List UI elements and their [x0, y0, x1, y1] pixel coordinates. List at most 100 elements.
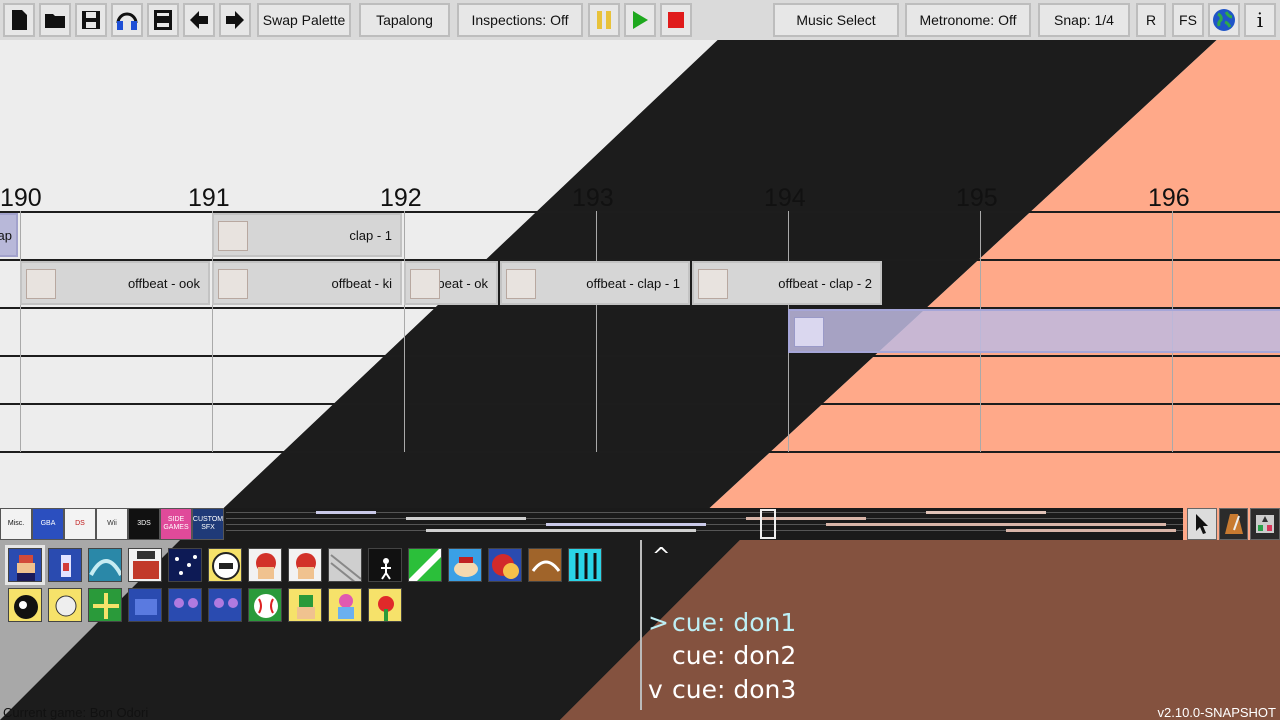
- game-icon[interactable]: [128, 548, 162, 582]
- pause-icon[interactable]: [588, 3, 620, 37]
- game-icon[interactable]: [368, 588, 402, 622]
- event-icon: [218, 269, 248, 299]
- cue-label: cue: don2: [672, 641, 797, 670]
- category-gba[interactable]: GBA: [32, 508, 64, 540]
- tempo-tool-icon[interactable]: [1250, 508, 1280, 540]
- game-icon-grid: [4, 544, 614, 624]
- scroll-down-arrow[interactable]: v: [648, 675, 672, 704]
- game-icon[interactable]: [208, 548, 242, 582]
- category-ds[interactable]: DS: [64, 508, 96, 540]
- cue-item[interactable]: cue: don2: [648, 641, 796, 670]
- event-block[interactable]: ap: [0, 213, 18, 257]
- event-label: offbeat - clap - 2: [778, 275, 872, 291]
- event-block[interactable]: offbeat - clap - 2: [692, 261, 882, 305]
- beat-number: 193: [572, 184, 614, 212]
- top-toolbar: Swap Palette Tapalong Inspections: Off M…: [0, 0, 1280, 40]
- metronome-tool-icon[interactable]: [1218, 508, 1249, 540]
- category-side-games[interactable]: SIDE GAMES: [160, 508, 192, 540]
- game-icon[interactable]: [248, 548, 282, 582]
- pointer-tool-icon[interactable]: [1187, 508, 1217, 540]
- event-block[interactable]: clap - 1: [212, 213, 402, 257]
- category-3ds[interactable]: 3DS: [128, 508, 160, 540]
- game-icon[interactable]: [128, 588, 162, 622]
- event-icon: [218, 221, 248, 251]
- game-icon[interactable]: [328, 588, 362, 622]
- beat-line: [596, 211, 597, 452]
- game-icon[interactable]: [48, 548, 82, 582]
- event-block[interactable]: offbeat - ook: [20, 261, 210, 305]
- game-icon[interactable]: [528, 548, 562, 582]
- cue-list: ^ > cue: don1 cue: don2 v cue: don3: [648, 544, 1268, 710]
- metronome-toggle[interactable]: Metronome: Off: [905, 3, 1031, 37]
- beat-line: [404, 211, 405, 452]
- headphones-icon[interactable]: [111, 3, 143, 37]
- event-icon: [698, 269, 728, 299]
- track-divider: [0, 211, 1280, 213]
- track-divider: [0, 403, 1280, 405]
- export-icon[interactable]: [147, 3, 179, 37]
- undo-arrow-icon[interactable]: [183, 3, 215, 37]
- track-divider: [0, 451, 1280, 453]
- r-button[interactable]: R: [1136, 3, 1166, 37]
- beat-line: [20, 211, 21, 452]
- game-icon[interactable]: [328, 548, 362, 582]
- status-bar: Current game: Bon Odori v2.10.0-SNAPSHOT: [0, 704, 1280, 720]
- fullscreen-button[interactable]: FS: [1172, 3, 1204, 37]
- beat-number: 190: [0, 184, 42, 212]
- game-icon[interactable]: [568, 548, 602, 582]
- minimap-viewport[interactable]: [760, 509, 776, 539]
- selected-marker: >: [648, 608, 669, 637]
- category-misc[interactable]: Misc.: [0, 508, 32, 540]
- event-icon: [506, 269, 536, 299]
- game-category-tabs: Misc. GBA DS Wii 3DS SIDE GAMES CUSTOM S…: [0, 508, 225, 540]
- cue-item-selected[interactable]: > cue: don1: [648, 608, 796, 637]
- stop-icon[interactable]: [660, 3, 692, 37]
- event-block[interactable]: offbeat - clap - 1: [500, 261, 690, 305]
- game-icon[interactable]: [488, 548, 522, 582]
- game-icon[interactable]: [248, 588, 282, 622]
- play-icon[interactable]: [624, 3, 656, 37]
- current-game-label: Current game: Bon Odori: [3, 705, 149, 720]
- cue-label: cue: don3: [672, 675, 797, 704]
- event-icon: [794, 317, 824, 347]
- game-icon[interactable]: [368, 548, 402, 582]
- event-icon: [410, 269, 440, 299]
- game-icon[interactable]: [288, 548, 322, 582]
- snap-button[interactable]: Snap: 1/4: [1038, 3, 1130, 37]
- timeline-tracks[interactable]: ap clap - 1 offbeat - ook offbeat - ki o…: [0, 211, 1280, 453]
- game-icon[interactable]: [48, 588, 82, 622]
- music-select-button[interactable]: Music Select: [773, 3, 899, 37]
- game-icon[interactable]: [288, 588, 322, 622]
- game-icon[interactable]: [168, 588, 202, 622]
- swap-palette-button[interactable]: Swap Palette: [257, 3, 351, 37]
- cue-label: cue: don1: [672, 608, 797, 637]
- save-icon[interactable]: [75, 3, 107, 37]
- game-bon-odori-icon[interactable]: [5, 545, 45, 585]
- beat-number: 196: [1148, 184, 1190, 212]
- redo-arrow-icon[interactable]: [219, 3, 251, 37]
- cue-item[interactable]: v cue: don3: [648, 675, 796, 704]
- event-label: offbeat - clap - 1: [586, 275, 680, 291]
- timeline-minimap[interactable]: [226, 508, 1183, 540]
- new-file-icon[interactable]: [3, 3, 35, 37]
- open-folder-icon[interactable]: [39, 3, 71, 37]
- event-label: ap: [0, 227, 12, 243]
- game-icon[interactable]: [168, 548, 202, 582]
- event-block[interactable]: offbeat - ok: [404, 261, 498, 305]
- scroll-up-arrow[interactable]: ^: [652, 544, 670, 569]
- game-icon[interactable]: [88, 548, 122, 582]
- info-button[interactable]: i: [1244, 3, 1276, 37]
- category-custom-sfx[interactable]: CUSTOM SFX: [192, 508, 224, 540]
- game-icon[interactable]: [448, 548, 482, 582]
- game-icon[interactable]: [208, 588, 242, 622]
- inspections-toggle[interactable]: Inspections: Off: [457, 3, 583, 37]
- event-label: offbeat - ook: [127, 275, 200, 291]
- category-wii[interactable]: Wii: [96, 508, 128, 540]
- game-icon[interactable]: [8, 588, 42, 622]
- globe-icon[interactable]: [1208, 3, 1240, 37]
- game-icon[interactable]: [408, 548, 442, 582]
- game-icon[interactable]: [88, 588, 122, 622]
- tapalong-button[interactable]: Tapalong: [359, 3, 450, 37]
- event-block[interactable]: offbeat - ki: [212, 261, 402, 305]
- event-block-long[interactable]: [788, 309, 1280, 353]
